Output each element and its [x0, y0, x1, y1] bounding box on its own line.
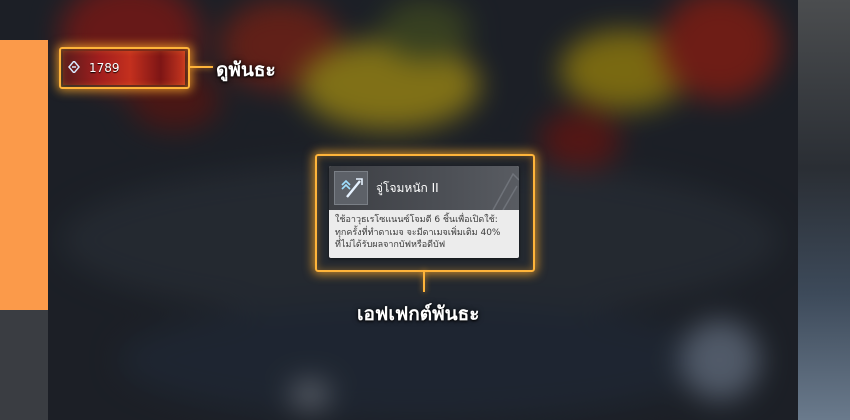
side-panel-right [798, 0, 850, 420]
highlight-frame-effect-card [315, 154, 535, 272]
callout-relic-effect: เอฟเฟกต์พันธะ [357, 303, 480, 325]
side-panel-left-bottom [0, 310, 48, 420]
leader-line-view-relic [189, 66, 213, 68]
leader-line-relic-effect [423, 270, 425, 292]
highlight-frame-relic-bar [59, 47, 190, 89]
callout-view-relic: ดูพันธะ [216, 59, 276, 81]
side-panel-left [0, 40, 48, 310]
